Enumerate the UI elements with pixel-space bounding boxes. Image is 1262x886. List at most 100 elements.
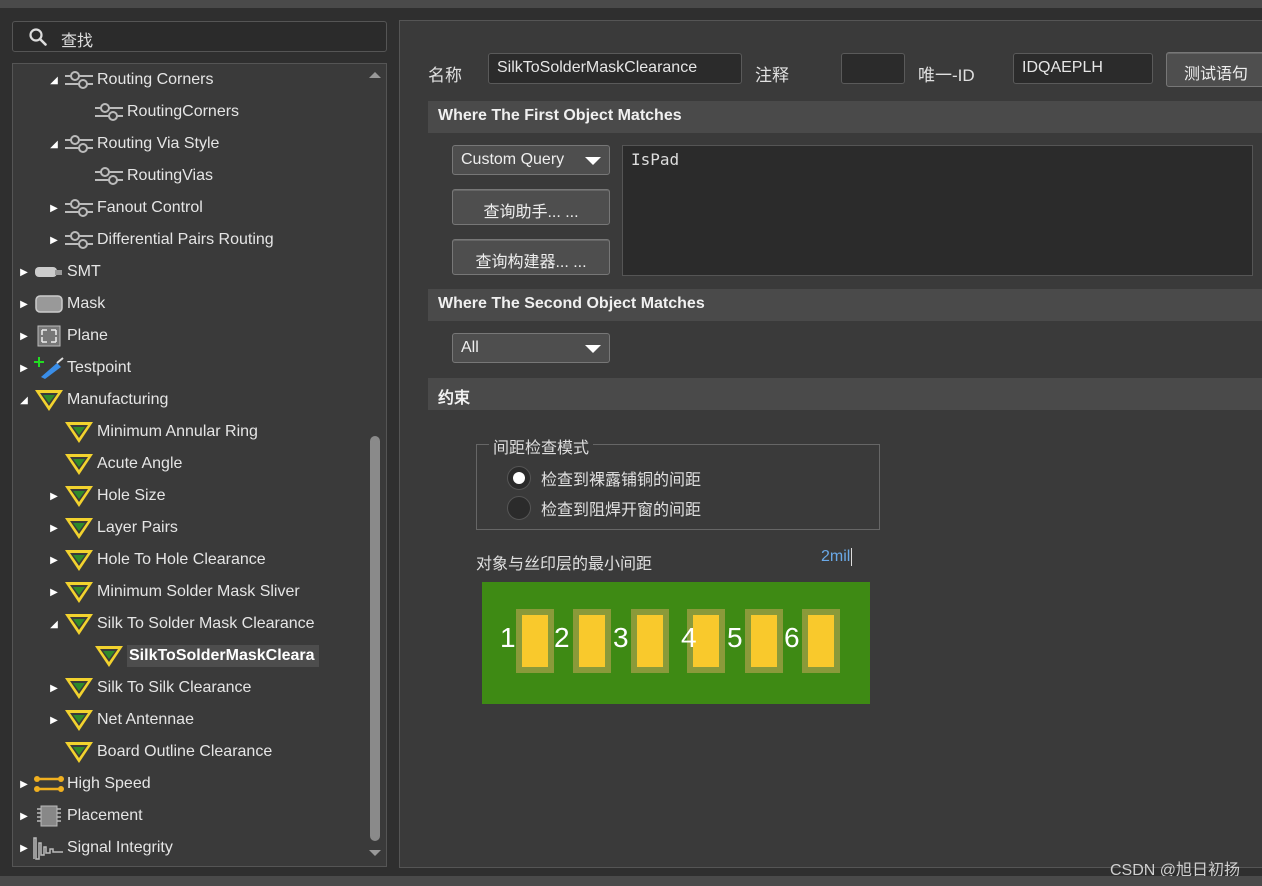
tree-item[interactable]: RoutingVias xyxy=(75,161,213,191)
tree-item-label: Net Antennae xyxy=(97,711,194,728)
name-field[interactable]: SilkToSolderMaskClearance xyxy=(488,53,742,84)
expand-arrow-icon[interactable]: ▶ xyxy=(45,523,63,534)
tree-item[interactable]: ▶ Layer Pairs xyxy=(45,513,178,543)
tree-item-label: SMT xyxy=(67,263,101,280)
tree-item[interactable]: ▶ Hole Size xyxy=(45,481,165,511)
expand-arrow-icon[interactable]: ▶ xyxy=(15,299,33,310)
search-box[interactable]: 查找 xyxy=(12,21,387,52)
smt-icon xyxy=(33,260,65,284)
tree-item[interactable]: ◢ Routing Corners xyxy=(45,65,214,95)
tree-item[interactable]: ▶ Silk To Silk Clearance xyxy=(45,673,251,703)
tree-item[interactable]: Minimum Annular Ring xyxy=(45,417,258,447)
expand-arrow-icon[interactable]: ▶ xyxy=(15,363,33,374)
pad-2 xyxy=(573,609,611,673)
plane-icon xyxy=(33,324,65,348)
second-object-dropdown[interactable]: All xyxy=(452,333,610,363)
expand-arrow-icon[interactable]: ▶ xyxy=(15,267,33,278)
routing-icon xyxy=(63,132,95,156)
comment-field[interactable] xyxy=(841,53,905,84)
manufacturing-icon xyxy=(93,644,125,668)
tree-item[interactable]: ▶ Hole To Hole Clearance xyxy=(45,545,266,575)
expand-arrow-icon[interactable]: ▶ xyxy=(45,587,63,598)
pad-3 xyxy=(631,609,669,673)
expand-arrow-icon[interactable]: ▶ xyxy=(45,555,63,566)
query-helper-button[interactable]: 查询助手... ... xyxy=(452,189,610,225)
expand-arrow-icon[interactable]: ▶ xyxy=(15,331,33,342)
tree-item[interactable]: ◢ Silk To Solder Mask Clearance xyxy=(45,609,315,639)
tree-scrollbar[interactable] xyxy=(367,64,385,866)
pad-number: 1 xyxy=(500,622,516,653)
radio-exposed-copper-label: 检查到裸露铺铜的间距 xyxy=(541,472,702,489)
tree-item[interactable]: ▶ High Speed xyxy=(15,769,151,799)
tree-item-label: Signal Integrity xyxy=(67,839,173,856)
tree-item[interactable]: ▶ Testpoint xyxy=(15,353,131,383)
first-object-query-dropdown[interactable]: Custom Query xyxy=(452,145,610,175)
manufacturing-icon xyxy=(63,676,95,700)
radio-button[interactable] xyxy=(507,496,531,520)
top-bar xyxy=(0,0,1262,8)
manufacturing-icon xyxy=(63,452,95,476)
search-label: 查找 xyxy=(61,33,94,50)
tree-item[interactable]: ▶ SMT xyxy=(15,257,101,287)
radio-button-selected[interactable] xyxy=(507,466,531,490)
unique-id-label: 唯一-ID xyxy=(918,66,975,85)
clearance-check-mode-title: 间距检查模式 xyxy=(489,434,594,458)
expand-arrow-icon[interactable]: ▶ xyxy=(45,235,63,246)
tree-item[interactable]: ▶ Mask xyxy=(15,289,105,319)
tree-item[interactable]: SilkToSolderMaskCleara xyxy=(75,641,319,671)
second-object-dropdown-value: All xyxy=(461,339,479,356)
comment-label: 注释 xyxy=(755,66,789,85)
collapse-arrow-icon[interactable]: ◢ xyxy=(45,139,63,150)
tree-item[interactable]: Acute Angle xyxy=(45,449,182,479)
manufacturing-icon xyxy=(63,580,95,604)
tree-item[interactable]: ▶ Net Antennae xyxy=(45,705,194,735)
tree-item[interactable]: ▶ Differential Pairs Routing xyxy=(45,225,274,255)
expand-arrow-icon[interactable]: ▶ xyxy=(45,715,63,726)
query-text-area[interactable]: IsPad xyxy=(622,145,1253,276)
unique-id-field[interactable]: IDQAEPLH xyxy=(1013,53,1153,84)
scroll-down-icon[interactable] xyxy=(369,850,381,856)
expand-arrow-icon[interactable]: ▶ xyxy=(15,779,33,790)
rule-tree[interactable]: ◢ Routing Corners RoutingCorners ◢ Routing V… xyxy=(12,63,387,867)
min-clearance-value[interactable]: 2mil xyxy=(821,548,853,566)
tree-item[interactable]: ◢ Routing Via Style xyxy=(45,129,219,159)
pad-copper xyxy=(522,615,548,667)
min-clearance-label: 对象与丝印层的最小间距 xyxy=(476,556,653,573)
test-query-button[interactable]: 测试语句 xyxy=(1166,52,1262,87)
manufacturing-icon xyxy=(63,484,95,508)
tree-item[interactable]: ▶ Minimum Solder Mask Sliver xyxy=(45,577,300,607)
name-label: 名称 xyxy=(428,66,462,85)
tree-item-label: Mask xyxy=(67,295,106,312)
expand-arrow-icon[interactable]: ▶ xyxy=(15,843,33,854)
collapse-arrow-icon[interactable]: ◢ xyxy=(45,75,63,86)
tree-item-label: SilkToSolderMaskCleara xyxy=(127,645,319,667)
tree-item-label: Routing Corners xyxy=(97,71,214,88)
scroll-up-icon[interactable] xyxy=(369,72,381,78)
manufacturing-icon xyxy=(63,420,95,444)
tree-item[interactable]: ▶ Plane xyxy=(15,321,108,351)
clearance-preview-image: 1 2 3 45 6 xyxy=(482,582,870,704)
expand-arrow-icon[interactable]: ▶ xyxy=(45,683,63,694)
expand-arrow-icon[interactable]: ▶ xyxy=(15,811,33,822)
radio-exposed-copper[interactable]: 检查到裸露铺铜的间距 xyxy=(507,466,701,490)
chevron-down-icon xyxy=(585,345,601,353)
query-builder-button[interactable]: 查询构建器... ... xyxy=(452,239,610,275)
tree-item[interactable]: ◢ Manufacturing xyxy=(15,385,168,415)
radio-mask-opening[interactable]: 检查到阻焊开窗的间距 xyxy=(507,496,701,520)
tree-item[interactable]: RoutingCorners xyxy=(75,97,239,127)
tree-item[interactable]: ▶ Signal Integrity xyxy=(15,833,173,863)
tree-item[interactable]: Board Outline Clearance xyxy=(45,737,272,767)
pad-number: 4 xyxy=(681,622,697,653)
expand-arrow-icon[interactable]: ▶ xyxy=(45,491,63,502)
tree-item[interactable]: ▶ Placement xyxy=(15,801,143,831)
tree-item[interactable]: ▶ Fanout Control xyxy=(45,193,203,223)
signal-integrity-icon xyxy=(33,836,65,860)
scroll-thumb[interactable] xyxy=(370,436,380,841)
clearance-check-mode-group: 间距检查模式 检查到裸露铺铜的间距 检查到阻焊开窗的间距 xyxy=(476,434,880,530)
manufacturing-icon xyxy=(33,388,65,412)
collapse-arrow-icon[interactable]: ◢ xyxy=(15,395,33,406)
tree-item-label: Plane xyxy=(67,327,108,344)
expand-arrow-icon[interactable]: ▶ xyxy=(45,203,63,214)
collapse-arrow-icon[interactable]: ◢ xyxy=(45,619,63,630)
pad-1 xyxy=(516,609,554,673)
